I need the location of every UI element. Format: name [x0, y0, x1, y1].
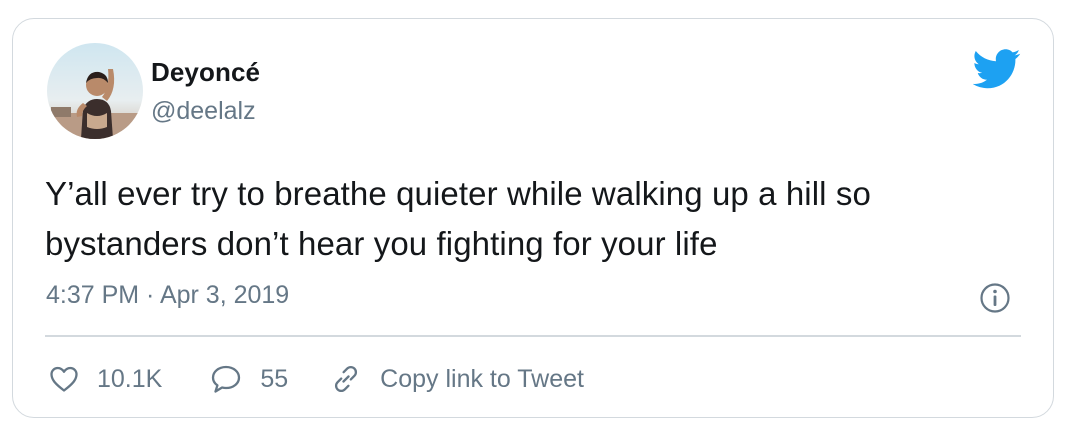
- copy-link-label: Copy link to Tweet: [380, 364, 584, 393]
- avatar[interactable]: [47, 43, 143, 139]
- twitter-bird-icon[interactable]: [973, 49, 1021, 89]
- copy-link-button[interactable]: Copy link to Tweet: [330, 363, 584, 395]
- tweet-card: Deyoncé @deelalz Y’all ever try to breat…: [12, 18, 1054, 418]
- info-icon[interactable]: [979, 282, 1011, 314]
- divider: [45, 335, 1021, 337]
- heart-icon: [50, 366, 78, 392]
- display-name[interactable]: Deyoncé: [151, 57, 260, 88]
- link-icon: [335, 365, 358, 393]
- action-bar: 10.1K 55 Copy link to Tweet: [49, 361, 584, 397]
- like-count: 10.1K: [97, 364, 163, 393]
- profile-photo: [47, 43, 143, 139]
- tweet-text: Y’all ever try to breathe quieter while …: [45, 175, 871, 262]
- reply-count: 55: [260, 364, 289, 393]
- like-button[interactable]: 10.1K: [49, 365, 162, 394]
- tweet-timestamp[interactable]: 4:37 PM · Apr 3, 2019: [46, 281, 289, 310]
- speech-bubble-icon: [212, 365, 241, 393]
- reply-button[interactable]: 55: [210, 364, 288, 394]
- user-handle[interactable]: @deelalz: [151, 97, 256, 126]
